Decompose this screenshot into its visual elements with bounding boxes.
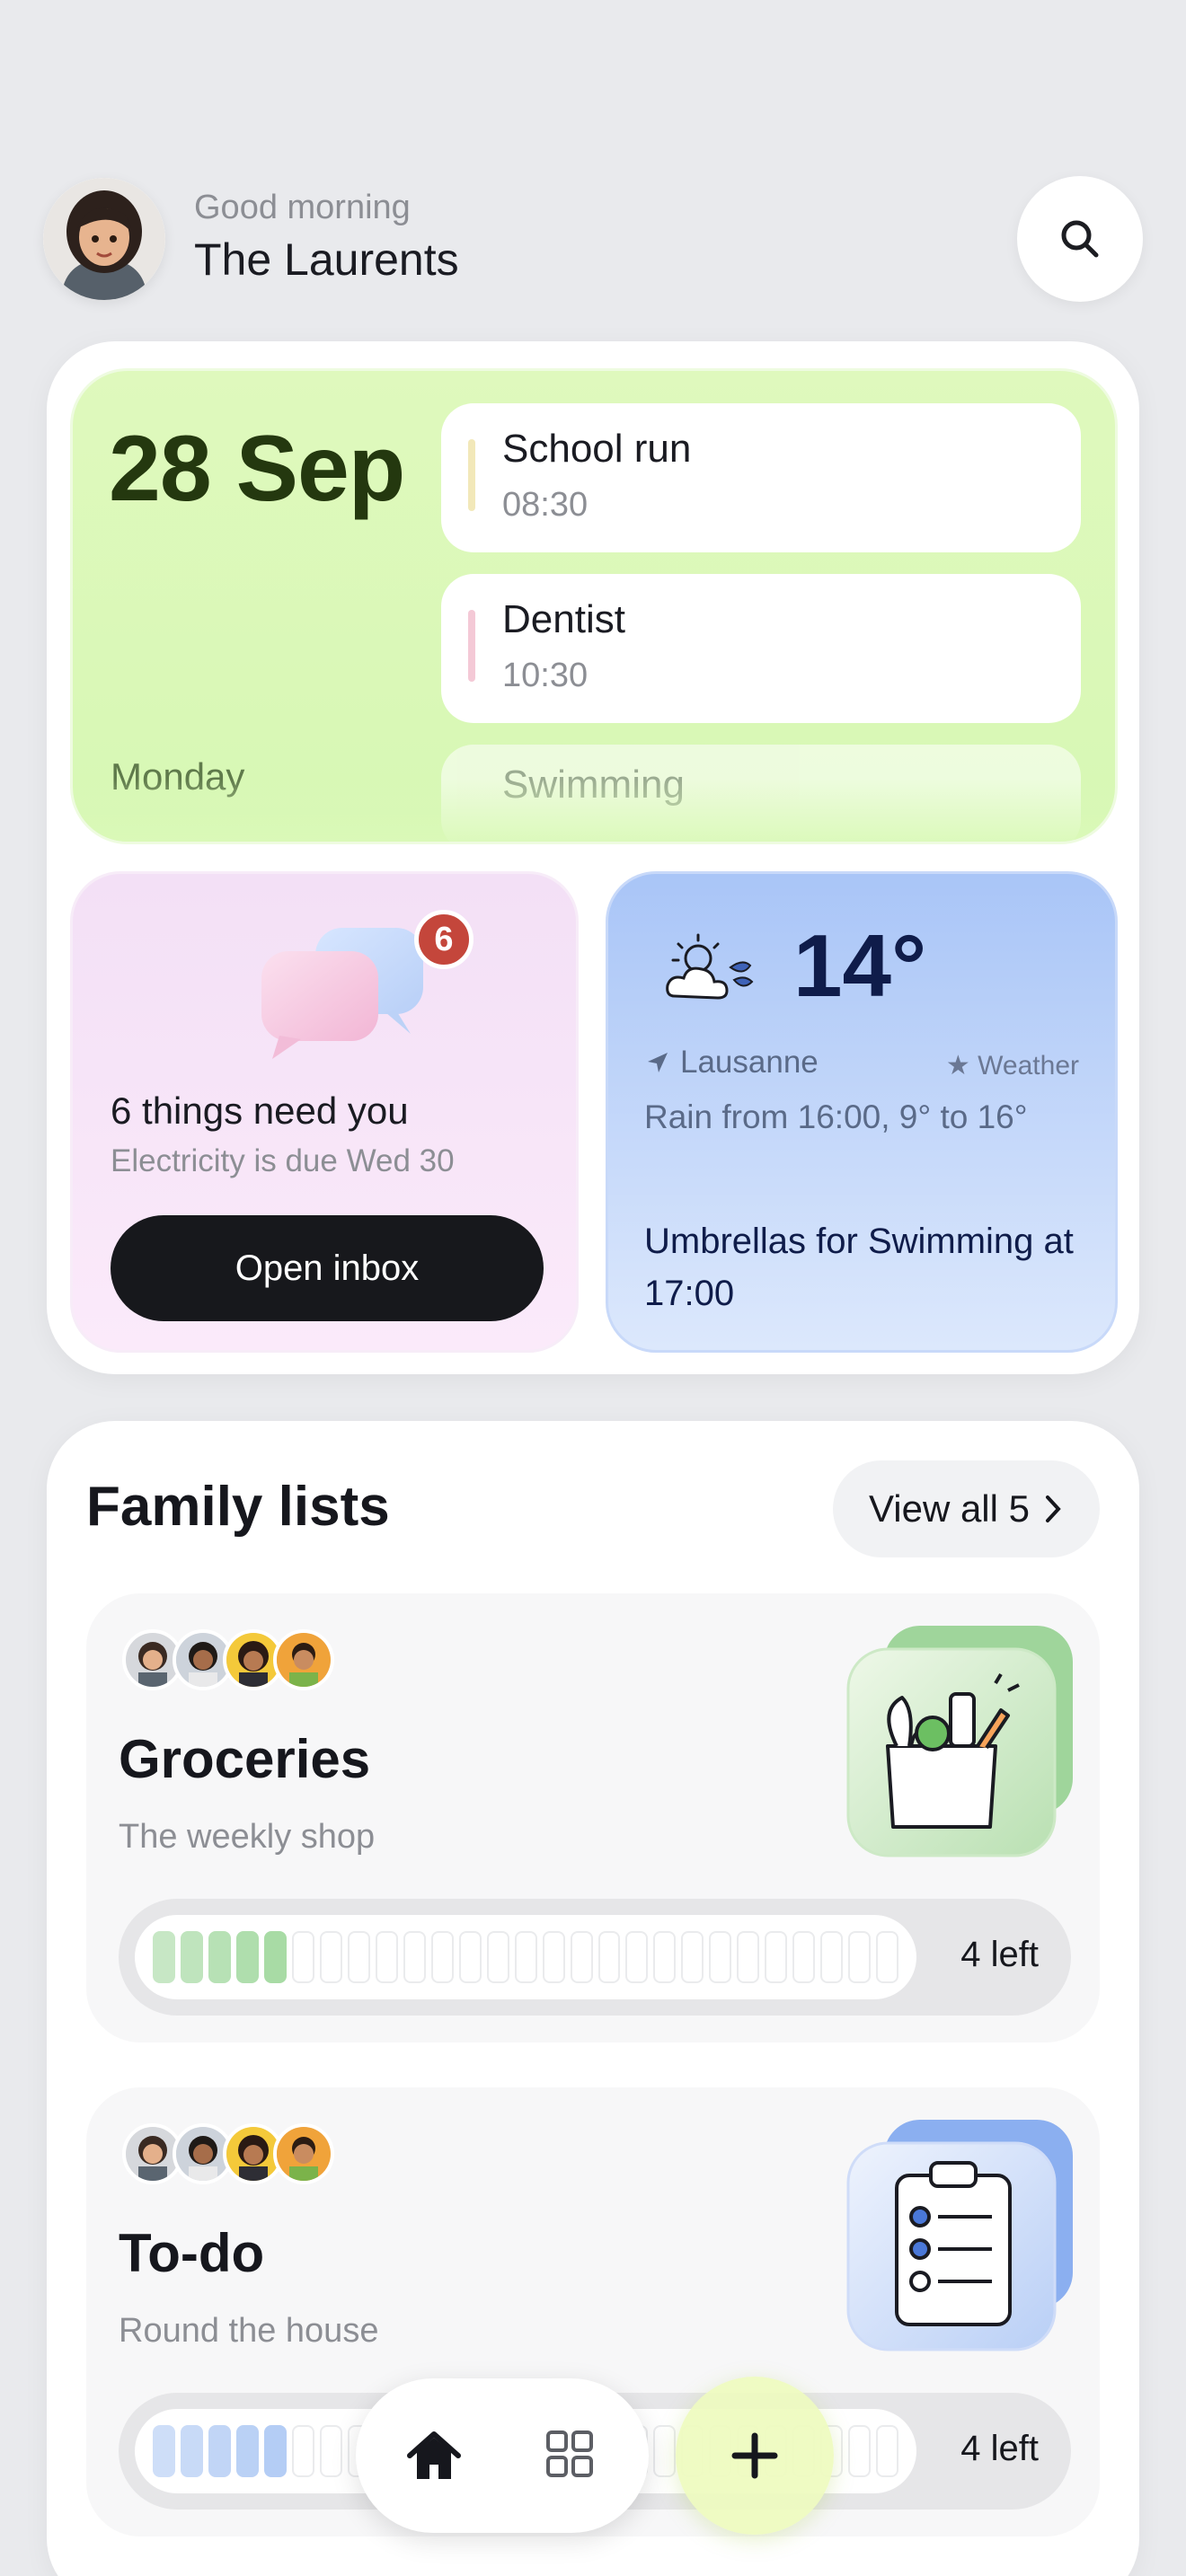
progress-segment-empty bbox=[848, 2425, 872, 2477]
partly-cloudy-icon bbox=[666, 933, 754, 1000]
chevron-right-icon bbox=[1046, 1495, 1061, 1522]
view-all-label: View all 5 bbox=[869, 1487, 1030, 1530]
progress-segment-empty bbox=[319, 2425, 342, 2477]
event-color-bar bbox=[468, 439, 475, 511]
progress-segment-empty bbox=[319, 1931, 342, 1983]
inbox-subtitle: Electricity is due Wed 30 bbox=[111, 1143, 455, 1178]
section-title: Family lists bbox=[86, 1476, 390, 1538]
progress-segment-empty bbox=[403, 1931, 426, 1983]
progress-segment-empty bbox=[291, 1931, 314, 1983]
location-row: Lausanne bbox=[644, 1045, 819, 1081]
grid-icon[interactable] bbox=[544, 2429, 595, 2479]
progress-segment-empty bbox=[486, 1931, 509, 1983]
progress-segment-empty bbox=[876, 2425, 899, 2477]
scroll-fade bbox=[73, 779, 1115, 842]
list-item-groceries[interactable]: Groceries The weekly shop 4 left bbox=[86, 1593, 1100, 2042]
chat-bubbles-icon bbox=[261, 928, 423, 1059]
progress-segment-done bbox=[180, 1931, 203, 1983]
temperature: 14° bbox=[793, 916, 927, 1015]
family-name: The Laurents bbox=[194, 234, 459, 285]
event-color-bar bbox=[468, 610, 475, 682]
progress-segment-done bbox=[153, 2425, 175, 2477]
search-icon bbox=[1061, 220, 1099, 258]
progress-segment-done bbox=[263, 1931, 287, 1983]
avatar bbox=[273, 1629, 334, 1690]
progress-segment-empty bbox=[653, 2425, 677, 2477]
open-inbox-button[interactable]: Open inbox bbox=[111, 1215, 544, 1321]
event-title: School run bbox=[502, 427, 692, 471]
grocery-bag-icon bbox=[846, 1626, 1073, 1857]
list-name: To-do bbox=[119, 2223, 265, 2283]
progress-segment-empty bbox=[514, 1931, 537, 1983]
progress-segment-done bbox=[153, 1931, 175, 1983]
weather-card[interactable]: 14° Lausanne ★ Weather Rain from 16:00, … bbox=[606, 871, 1118, 1353]
progress-segment-empty bbox=[765, 1931, 788, 1983]
location-arrow-icon bbox=[648, 1053, 668, 1072]
summary-card: 28 Sep Monday School run 08:30 Dentist 1… bbox=[47, 341, 1139, 1374]
list-subtitle: Round the house bbox=[119, 2312, 379, 2350]
progress-segment-done bbox=[208, 1931, 231, 1983]
progress-segment-empty bbox=[291, 2425, 314, 2477]
view-all-button[interactable]: View all 5 bbox=[833, 1460, 1100, 1557]
progress-segment-empty bbox=[375, 1931, 398, 1983]
notification-badge: 6 bbox=[414, 910, 474, 969]
progress-segment-empty bbox=[820, 1931, 844, 1983]
progress-segment-empty bbox=[430, 1931, 454, 1983]
event-time: 08:30 bbox=[502, 486, 589, 524]
progress-segment-empty bbox=[625, 1931, 649, 1983]
progress-segment-empty bbox=[848, 1931, 872, 1983]
progress-segment-done bbox=[208, 2425, 231, 2477]
search-button[interactable] bbox=[1017, 176, 1143, 302]
progress-segment-empty bbox=[681, 1931, 704, 1983]
calendar-date: 28 Sep bbox=[109, 417, 405, 521]
remaining-count: 4 left bbox=[960, 2429, 1039, 2468]
progress-segment-empty bbox=[347, 1931, 370, 1983]
avatar bbox=[273, 2123, 334, 2184]
progress-segments bbox=[135, 1915, 916, 1999]
list-progress: 4 left bbox=[119, 1899, 1071, 2016]
clipboard-checklist-icon bbox=[846, 2120, 1073, 2351]
header: Good morning The Laurents bbox=[43, 176, 1143, 302]
progress-segment-done bbox=[263, 2425, 287, 2477]
home-icon[interactable] bbox=[404, 2427, 464, 2486]
progress-segment-empty bbox=[876, 1931, 899, 1983]
bottom-nav bbox=[356, 2378, 649, 2533]
remaining-count: 4 left bbox=[960, 1935, 1039, 1974]
progress-segment-empty bbox=[542, 1931, 565, 1983]
progress-segment-done bbox=[180, 2425, 203, 2477]
progress-segment-done bbox=[235, 2425, 259, 2477]
weather-source-label: Weather bbox=[978, 1051, 1079, 1081]
progress-segment-empty bbox=[458, 1931, 482, 1983]
list-subtitle: The weekly shop bbox=[119, 1818, 376, 1856]
forecast-text: Rain from 16:00, 9° to 16° bbox=[644, 1098, 1028, 1135]
inbox-card[interactable]: 6 6 things need you Electricity is due W… bbox=[70, 871, 579, 1353]
star-icon: ★ bbox=[945, 1051, 978, 1081]
plus-icon bbox=[731, 2432, 778, 2479]
avatar[interactable] bbox=[43, 178, 165, 300]
add-button[interactable] bbox=[676, 2377, 834, 2535]
weather-source[interactable]: ★ Weather bbox=[946, 1050, 1079, 1081]
inbox-title: 6 things need you bbox=[111, 1090, 409, 1132]
progress-segment-empty bbox=[597, 1931, 621, 1983]
location-name: Lausanne bbox=[680, 1045, 819, 1080]
progress-segment-empty bbox=[709, 1931, 732, 1983]
progress-segment-done bbox=[235, 1931, 259, 1983]
calendar-panel[interactable]: 28 Sep Monday School run 08:30 Dentist 1… bbox=[70, 368, 1118, 844]
progress-segment-empty bbox=[792, 1931, 816, 1983]
greeting-text: Good morning bbox=[194, 189, 411, 226]
event-school-run[interactable]: School run 08:30 bbox=[441, 403, 1081, 552]
progress-segment-empty bbox=[570, 1931, 593, 1983]
progress-segment-empty bbox=[653, 1931, 677, 1983]
event-dentist[interactable]: Dentist 10:30 bbox=[441, 574, 1081, 723]
member-avatars bbox=[122, 1629, 334, 1692]
member-avatars bbox=[122, 2123, 334, 2186]
event-time: 10:30 bbox=[502, 657, 589, 694]
list-name: Groceries bbox=[119, 1729, 371, 1789]
weather-advice: Umbrellas for Swimming at 17:00 bbox=[644, 1222, 1074, 1313]
event-title: Dentist bbox=[502, 597, 625, 641]
progress-segment-empty bbox=[737, 1931, 760, 1983]
